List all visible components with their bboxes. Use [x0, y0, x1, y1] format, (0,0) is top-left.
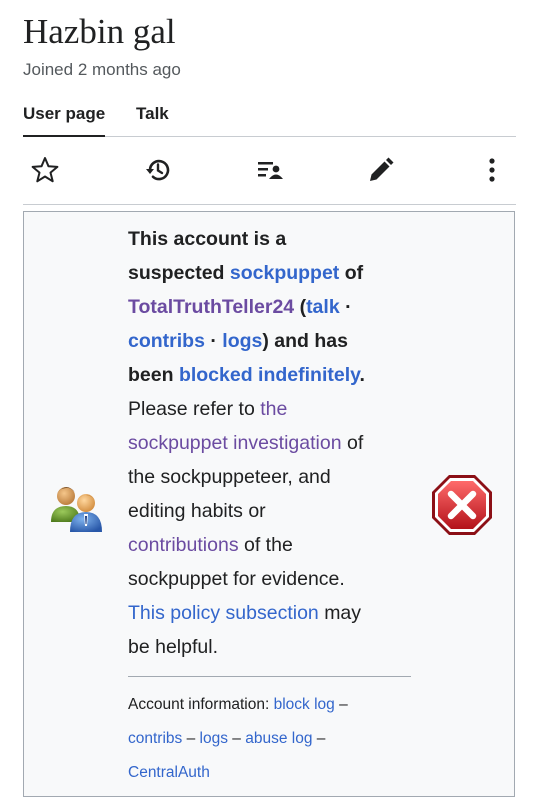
separator: – [339, 696, 348, 713]
stop-sign-icon [429, 472, 495, 538]
divider [128, 676, 411, 677]
tab-bar: User page Talk [23, 96, 516, 137]
notice-text: may [324, 602, 362, 624]
talk-link[interactable]: talk [306, 296, 340, 318]
notice-text: of the [244, 534, 293, 556]
contribs-link[interactable]: contribs [128, 730, 182, 747]
tab-user-page[interactable]: User page [23, 104, 106, 137]
notice-text: of [344, 262, 364, 284]
account-information: Account information: block log – contrib… [128, 688, 428, 790]
notice-message: This account is a suspected sockpuppet o… [128, 222, 410, 664]
sockpuppet-notice-box: This account is a suspected sockpuppet o… [23, 211, 515, 797]
star-icon[interactable] [30, 155, 60, 185]
notice-text: This account is a [128, 228, 287, 250]
investigation-link[interactable]: the [260, 398, 287, 420]
notice-text: Please refer to [128, 398, 255, 420]
notice-text: be helpful. [128, 636, 218, 658]
separator: · [210, 330, 217, 352]
notice-text: . [359, 364, 365, 386]
notice-text: suspected [128, 262, 225, 284]
contributions-link[interactable]: contributions [128, 534, 239, 556]
joined-date: Joined 2 months ago [23, 60, 181, 79]
separator: – [316, 730, 326, 747]
policy-subsection-link[interactable]: This policy subsection [128, 602, 319, 624]
notice-text: been [128, 364, 174, 386]
history-icon[interactable] [143, 155, 173, 185]
account-info-label: Account information: [128, 696, 270, 713]
user-contributions-icon[interactable] [255, 155, 285, 185]
users-avatar-icon [50, 476, 104, 536]
blocked-indefinitely-link[interactable]: blocked indefinitely [179, 364, 360, 386]
contribs-link[interactable]: contribs [128, 330, 205, 352]
abuse-log-link[interactable]: abuse log [245, 730, 312, 747]
notice-text: the sockpuppeteer, and [128, 466, 331, 488]
separator: – [232, 730, 241, 747]
investigation-link[interactable]: sockpuppet investigation [128, 432, 342, 454]
edit-pencil-icon[interactable] [366, 155, 396, 185]
page-title: Hazbin gal [23, 12, 176, 51]
centralauth-link[interactable]: CentralAuth [128, 764, 210, 781]
block-log-link[interactable]: block log [274, 696, 335, 713]
page-toolbar [23, 138, 516, 205]
puppeteer-user-link[interactable]: TotalTruthTeller24 [128, 296, 294, 318]
notice-text: sockpuppet for evidence. [128, 568, 345, 590]
notice-text: ) and has [262, 330, 348, 352]
notice-text: editing habits or [128, 500, 266, 522]
separator: · [345, 296, 352, 318]
separator: – [186, 730, 196, 747]
notice-text: of [346, 432, 364, 454]
sockpuppet-link[interactable]: sockpuppet [230, 262, 339, 284]
more-menu-icon[interactable] [477, 155, 507, 185]
logs-link[interactable]: logs [222, 330, 262, 352]
tab-talk[interactable]: Talk [136, 104, 169, 135]
logs-link[interactable]: logs [200, 730, 228, 747]
